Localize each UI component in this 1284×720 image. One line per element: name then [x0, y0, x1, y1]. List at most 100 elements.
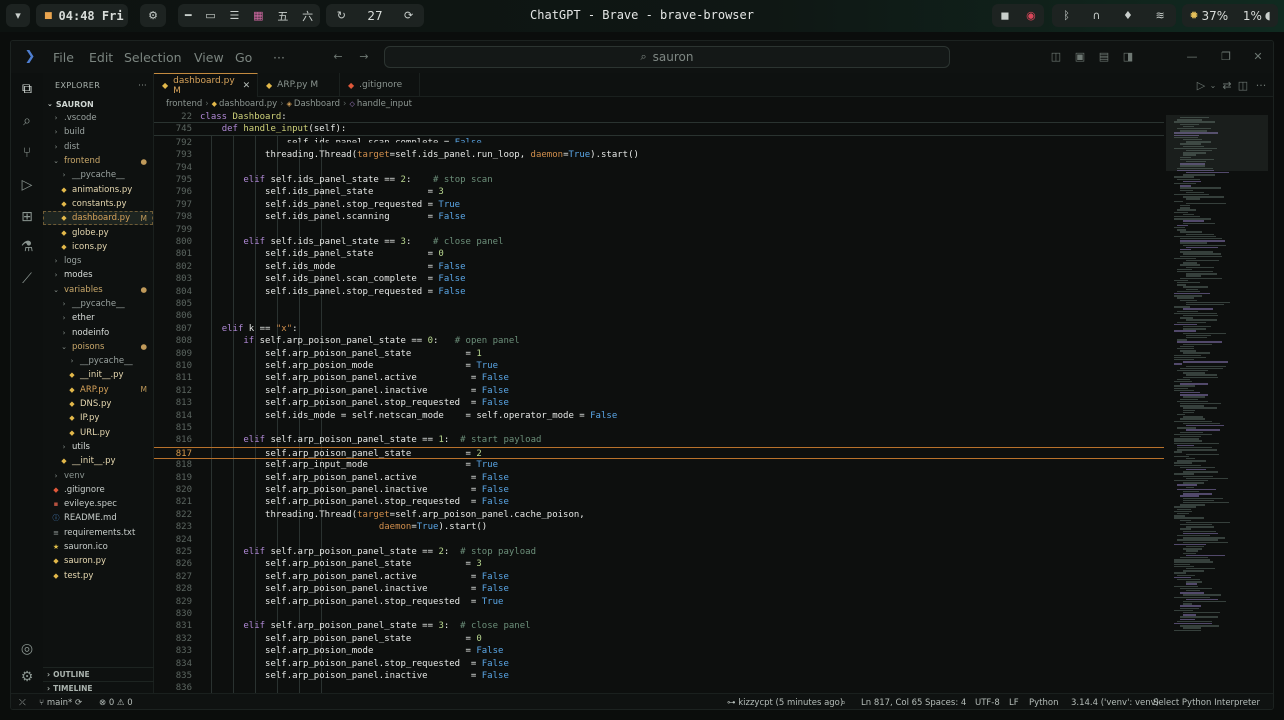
code-line[interactable]: 816 elif self.arp_poison_panel_state == … — [154, 434, 1164, 446]
file-tree-item[interactable]: › ether — [43, 311, 153, 325]
tab-arp-py[interactable]: ◆ ARP.py M — [258, 73, 340, 97]
workspace-root[interactable]: ⌄ SAURON — [43, 97, 153, 111]
manage-gear-icon[interactable]: ⚙ — [17, 667, 37, 687]
minus-icon[interactable]: ━ — [185, 9, 192, 22]
settings-button[interactable]: ⚙ — [140, 4, 166, 27]
code-line[interactable]: 805 — [154, 298, 1164, 310]
code-line[interactable]: 792 self.ids_panel.scan_complete = False — [154, 137, 1164, 149]
menu-more[interactable]: ··· — [273, 50, 285, 65]
code-line[interactable]: 835 self.arp_poison_panel.inactive = Fal… — [154, 670, 1164, 682]
file-tree-item[interactable]: › logs — [43, 254, 153, 268]
code-line[interactable]: 809 self.arp_poison_panel_state = 1 — [154, 348, 1164, 360]
file-tree-item[interactable]: › __pycache__ — [43, 297, 153, 311]
code-line[interactable]: 745 def handle_input(self): — [154, 123, 1164, 136]
remote-explorer-icon[interactable]: ⟋ — [17, 269, 37, 289]
wifi-icon[interactable]: ≋ — [1155, 9, 1164, 22]
menu-edit[interactable]: Edit — [89, 50, 113, 65]
menu-view[interactable]: View — [194, 50, 224, 65]
encoding[interactable]: UTF-8 — [975, 698, 1000, 708]
code-line[interactable]: 829 self.arp_poison_panel.stop_requested… — [154, 596, 1164, 608]
code-line[interactable]: 801 self.ids_panel_state = 0 — [154, 248, 1164, 260]
select-interpreter[interactable]: Select Python Interpreter — [1153, 698, 1260, 708]
file-tree-item[interactable]: ⌄ frontend ● — [43, 154, 153, 168]
source-control-icon[interactable]: ⑂ — [17, 143, 37, 163]
code-editor[interactable]: 22 class Dashboard: 745 def handle_input(s… — [154, 111, 1164, 697]
code-line[interactable]: 804 self.ids_panel.stop_requested = Fals… — [154, 286, 1164, 298]
bluetooth-icon[interactable]: ᛒ — [1063, 9, 1070, 22]
code-line[interactable]: 820 self.arp_poison_panel.inactive = Fal… — [154, 484, 1164, 496]
line-ending[interactable]: LF — [1009, 698, 1019, 708]
layout-secondary-icon[interactable]: ◨ — [1121, 49, 1135, 63]
file-tree-item[interactable]: › dist — [43, 140, 153, 154]
clock-widget[interactable]: ■ 04:48 Fri — [36, 4, 128, 27]
breadcrumb-item-method[interactable]: handle_input — [357, 99, 412, 109]
remote-indicator-icon[interactable]: ⤫ — [19, 698, 26, 708]
code-line[interactable]: 822 threading.Thread(target=self.arp_poi… — [154, 509, 1164, 521]
code-line[interactable]: 821 self.arp_poison_panel.stop_requested… — [154, 496, 1164, 508]
code-line[interactable]: 806 — [154, 310, 1164, 322]
tab-dashboard-py[interactable]: ◆ dashboard.py M ✕ — [154, 73, 258, 97]
code-line[interactable]: 799 — [154, 224, 1164, 236]
kanji-five-icon[interactable]: 五 — [277, 8, 288, 24]
code-line[interactable]: 824 — [154, 534, 1164, 546]
file-tree-item[interactable]: ◆ globe.py — [43, 225, 153, 239]
file-tree-item[interactable]: › utils — [43, 440, 153, 454]
list-icon[interactable]: ☰ — [229, 9, 239, 22]
search-icon[interactable]: ⌕ — [17, 111, 37, 131]
chevron-down-icon[interactable]: ⌄ — [1206, 78, 1220, 92]
code-line[interactable]: 818 self.arp_input_mode = True — [154, 459, 1164, 471]
code-line[interactable]: 808 if self.arp_poison_panel_state == 0:… — [154, 335, 1164, 347]
layout-sidebar-icon[interactable]: ◫ — [1049, 49, 1063, 63]
code-line[interactable]: 807 elif k == "x": — [154, 323, 1164, 335]
file-tree-item[interactable]: ◆ .gitignore — [43, 483, 153, 497]
layout-bottom-icon[interactable]: ▤ — [1097, 49, 1111, 63]
minimap-viewport[interactable] — [1166, 115, 1268, 171]
code-line[interactable]: 830 — [154, 608, 1164, 620]
code-line[interactable]: 812 self.arp_poison_panel.inactive = Fal… — [154, 385, 1164, 397]
workspace-widget[interactable]: ↻ 27 ⟳ — [326, 4, 424, 27]
menu-file[interactable]: File — [53, 50, 74, 65]
minimize-icon[interactable]: — — [1185, 49, 1199, 63]
extensions-icon[interactable]: ⊞ — [17, 207, 37, 227]
file-tree-item[interactable]: ◆ constants.py — [43, 197, 153, 211]
code-line[interactable]: 834 self.arp_poison_panel.stop_requested… — [154, 658, 1164, 670]
code-line[interactable]: 802 self.ids_mode = False — [154, 261, 1164, 273]
code-line[interactable]: 798 self.ids_panel.scanning = False — [154, 211, 1164, 223]
file-tree-item[interactable]: ◆ URL.py — [43, 426, 153, 440]
calendar-grid-icon[interactable]: ▦ — [253, 9, 263, 22]
code-line[interactable]: 796 self.ids_panel_state = 3 — [154, 186, 1164, 198]
file-tree-item[interactable]: ◆ dashboard.py M — [43, 211, 153, 226]
file-tree-item[interactable]: › modes — [43, 268, 153, 282]
code-line[interactable]: 819 self.arp_poison_panel.active = False — [154, 472, 1164, 484]
more-actions-icon[interactable]: ··· — [1254, 78, 1268, 92]
file-tree-item[interactable]: ◆ test.py — [43, 569, 153, 583]
file-tree-item[interactable]: › __pycache__ — [43, 354, 153, 368]
close-icon[interactable]: ✕ — [243, 81, 251, 91]
file-tree-item[interactable]: ◆ DNS.py — [43, 397, 153, 411]
code-line[interactable]: 22 class Dashboard: — [154, 111, 1164, 124]
file-tree-item[interactable]: ◆ sauron.py — [43, 554, 153, 568]
close-icon[interactable]: ✕ — [1251, 49, 1265, 63]
python-version[interactable]: 3.14.4 ('venv': venv) — [1071, 698, 1159, 708]
code-line[interactable]: 813 self.arp_poison_panel.stop_requested… — [154, 397, 1164, 409]
file-tree-item[interactable]: ★ sauron.ico — [43, 540, 153, 554]
file-tree-item[interactable]: › venv — [43, 468, 153, 482]
forward-arrow-icon[interactable]: → — [357, 49, 371, 63]
tab-gitignore[interactable]: ◆ .gitignore — [340, 73, 420, 97]
code-line[interactable]: 797 self.ids_panel.stop_requested = True — [154, 199, 1164, 211]
breadcrumb-item-class[interactable]: Dashboard — [294, 99, 340, 109]
outline-section[interactable]: › OUTLINE — [43, 667, 154, 681]
explorer-files-icon[interactable]: ⧉ — [17, 79, 37, 99]
volume-widget[interactable]: 1% ◖ — [1243, 9, 1271, 23]
file-tree-item[interactable]: ⌄ poisons ● — [43, 340, 153, 354]
code-line[interactable]: 815 — [154, 422, 1164, 434]
file-tree-item[interactable]: ◆ IP.py — [43, 411, 153, 425]
code-line[interactable]: 803 self.ids_panel.scan_complete = False — [154, 273, 1164, 285]
file-tree-item[interactable]: ◆ ARP.py M — [43, 383, 153, 397]
file-tree-item[interactable]: ⓘ README.md — [43, 511, 153, 525]
menu-go[interactable]: Go — [235, 50, 252, 65]
code-line[interactable]: 825 elif self.arp_poison_panel_state == … — [154, 546, 1164, 558]
system-menu-button[interactable]: ▾ — [6, 4, 30, 27]
testing-flask-icon[interactable]: ⚗ — [17, 237, 37, 257]
pin-icon[interactable]: ♦ — [1123, 9, 1133, 22]
